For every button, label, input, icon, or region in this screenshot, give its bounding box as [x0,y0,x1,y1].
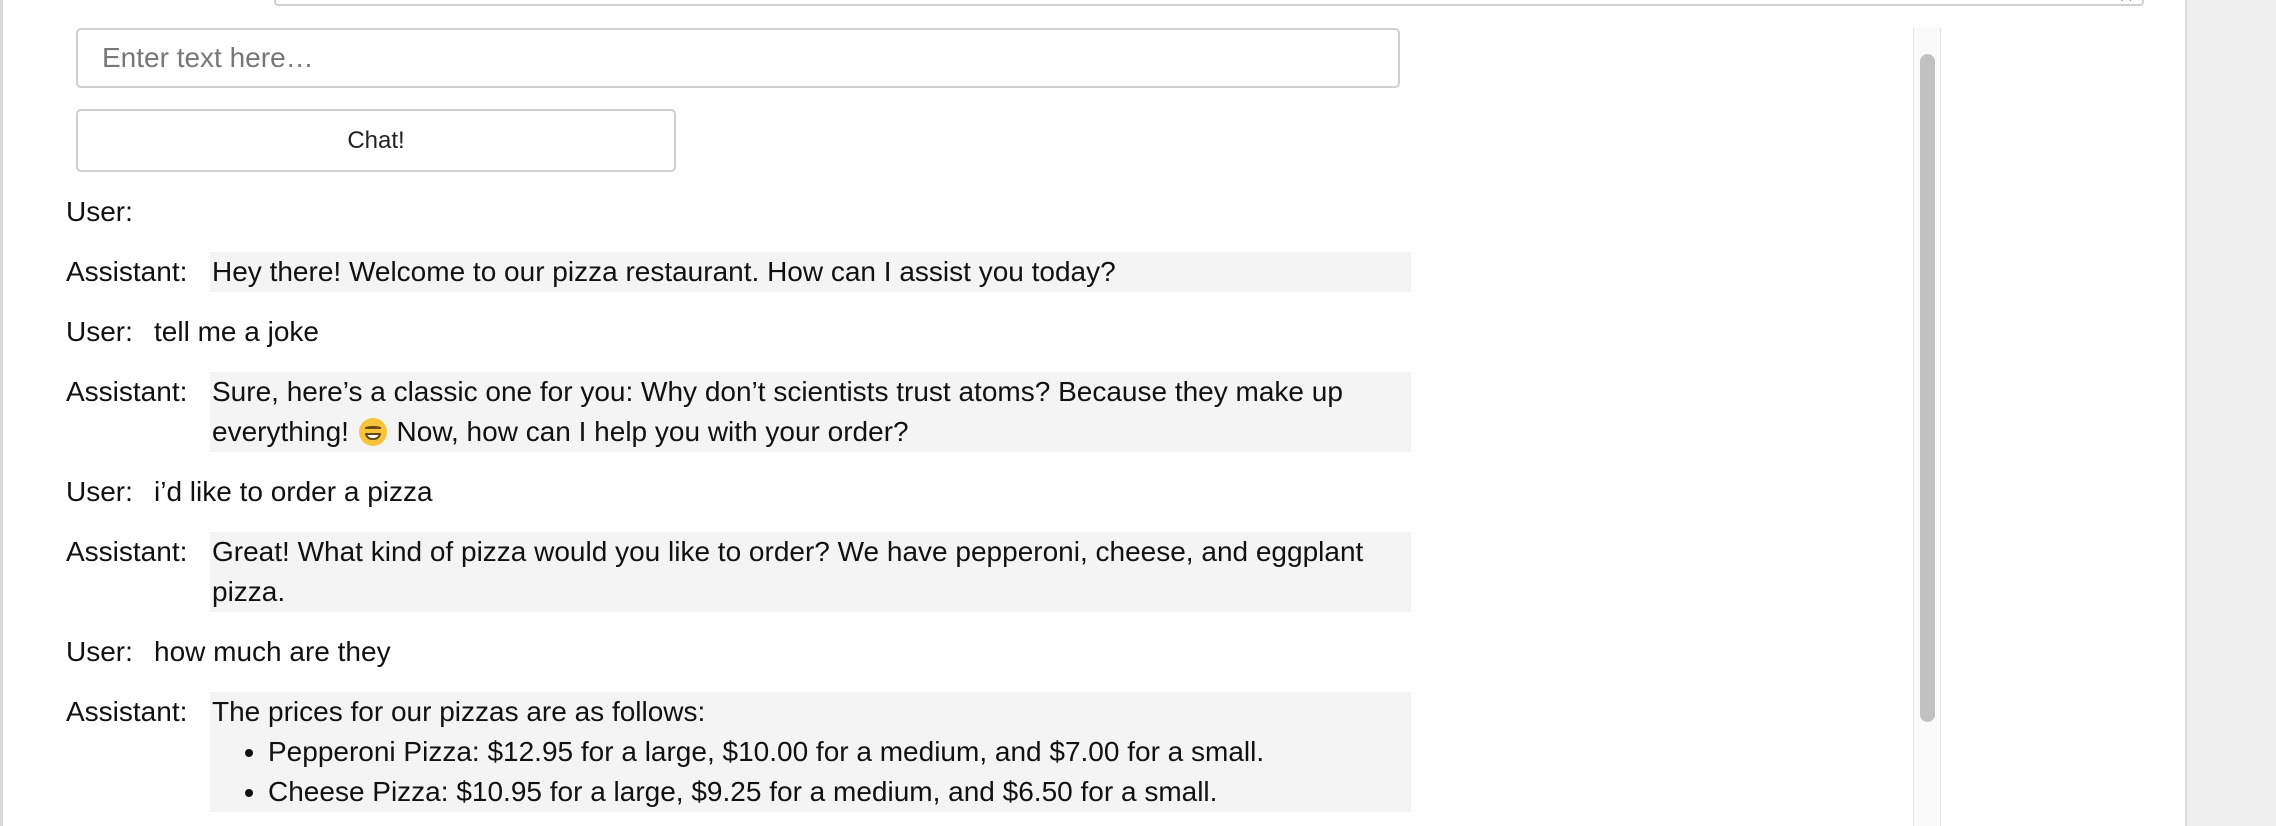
right-gutter [2185,0,2276,826]
assistant-message: Assistant: Sure, here’s a classic one fo… [66,372,1411,452]
price-list-item: Cheese Pizza: $10.95 for a large, $9.25 … [268,772,1409,812]
assistant-message: Assistant: The prices for our pizzas are… [66,692,1411,812]
assistant-message-text: Great! What kind of pizza would you like… [210,532,1411,612]
resize-handle-icon[interactable]: ⟋⟋ [2121,0,2138,3]
price-list: Pepperoni Pizza: $12.95 for a large, $10… [212,732,1409,812]
user-message-text: i’d like to order a pizza [154,476,433,507]
assistant-message-text: Sure, here’s a classic one for you: Why … [210,372,1411,452]
chat-text-input[interactable] [76,28,1400,88]
assistant-followup-text: Now, how can I help you with your order? [396,416,909,447]
user-label: User: [66,196,133,227]
left-border [0,0,3,826]
price-list-item: Pepperoni Pizza: $12.95 for a large, $10… [268,732,1409,772]
price-intro-text: The prices for our pizzas are as follows… [212,696,706,727]
chat-page: ⟋⟋ Chat! User: Assistant: Hey there! Wel… [0,0,2276,826]
user-message-text: how much are they [154,636,391,667]
chat-scrollbar[interactable] [1913,28,1941,826]
user-label: User: [66,636,133,667]
assistant-message-text: Hey there! Welcome to our pizza restaura… [210,252,1411,292]
assistant-label: Assistant: [66,536,188,567]
grinning-face-emoji-icon [358,418,387,446]
assistant-message: Assistant: Hey there! Welcome to our piz… [66,252,1411,292]
assistant-label: Assistant: [66,376,188,407]
upper-textarea[interactable]: ⟋⟋ [274,0,2144,6]
assistant-message-text: The prices for our pizzas are as follows… [210,692,1411,812]
chat-button[interactable]: Chat! [76,109,676,172]
user-message: User: tell me a joke [66,312,1411,352]
user-message: User: [66,192,1411,232]
user-message: User: how much are they [66,632,1411,672]
user-label: User: [66,476,133,507]
scrollbar-thumb[interactable] [1920,54,1935,722]
assistant-label: Assistant: [66,696,188,727]
chat-history: User: Assistant: Hey there! Welcome to o… [66,192,1411,826]
assistant-label: Assistant: [66,256,188,287]
user-message: User: i’d like to order a pizza [66,472,1411,512]
assistant-message: Assistant: Great! What kind of pizza wou… [66,532,1411,612]
user-label: User: [66,316,133,347]
user-message-text: tell me a joke [154,316,319,347]
